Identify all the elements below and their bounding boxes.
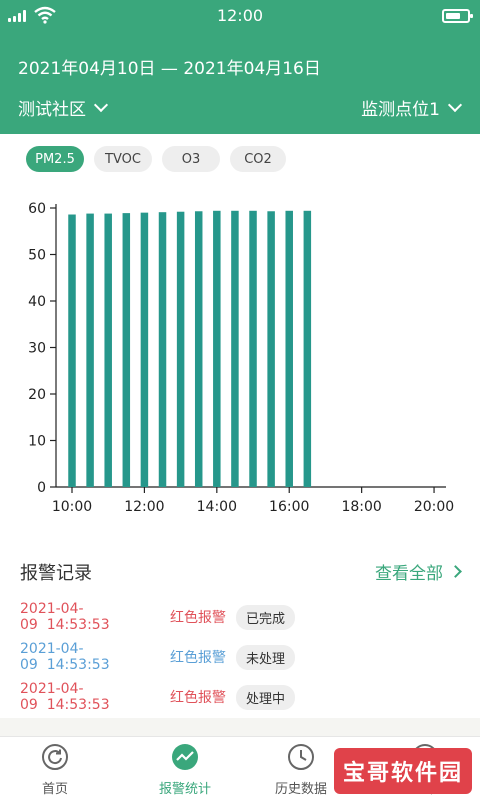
chevron-right-icon [449,565,462,578]
chevron-down-icon [93,97,109,113]
alarm-records-title: 报警记录 [20,563,92,584]
status-badge: 处理中 [236,684,296,710]
status-badge: 未处理 [236,644,296,670]
bar [104,213,112,487]
bar [86,213,94,487]
x-tick-label: 20:00 [414,499,454,515]
tab-pm25[interactable]: PM2.5 [26,146,84,172]
view-all-label: 查看全部 [375,564,443,584]
header: 12:00 2021年04月10日 — 2021年04月16日 测试社区 监测点… [0,0,480,134]
bar [122,213,131,488]
x-tick-label: 10:00 [52,499,92,515]
nav-label: 报警统计 [158,782,211,797]
y-tick-label: 10 [28,434,46,450]
alarm-datetime: 2021-04-09 14:53:53 [20,681,170,713]
alarm-level: 红色报警 [170,690,226,706]
alarm-datetime: 2021-04-09 14:53:53 [20,601,170,633]
bar [267,211,275,487]
tab-co2[interactable]: CO2 [230,146,286,172]
alarm-row[interactable]: 2021-04-09 14:53:53 红色报警 处理中 [20,681,296,713]
nav-alarm-stats[interactable]: 报警统计 [130,743,240,797]
bar [213,210,221,487]
nav-label: 首页 [41,782,68,797]
alarm-row[interactable]: 2021-04-09 14:53:53 红色报警 未处理 [20,641,296,673]
status-bar: 12:00 [0,0,480,32]
alarm-time: 14:53:53 [46,657,110,673]
view-all-link[interactable]: 查看全部 [375,559,462,584]
bar [68,214,76,487]
chart-circle-icon [172,744,198,770]
alarm-time: 14:53:53 [46,617,110,633]
x-tick-label: 14:00 [197,499,237,515]
tab-tvoc[interactable]: TVOC [94,146,152,172]
y-tick-label: 40 [28,294,46,310]
y-tick-label: 30 [28,341,46,357]
alarm-row[interactable]: 2021-04-09 14:53:53 红色报警 已完成 [20,601,296,633]
chart-card: PM2.5 TVOC O3 CO2 0 10 20 30 40 50 60 10:00 12:0… [0,134,480,718]
y-tick-label: 20 [28,387,46,403]
x-tick-label: 12:00 [124,499,164,515]
battery-icon [442,9,473,23]
bar [176,211,185,487]
clock-icon [288,744,314,770]
alarm-level: 红色报警 [170,650,226,666]
refresh-circle-icon [42,744,68,770]
bar [285,210,293,487]
status-time: 12:00 [216,6,264,25]
alarm-time: 14:53:53 [46,697,110,713]
bar [231,210,239,487]
community-label: 测试社区 [18,100,86,120]
monitor-point-label: 监测点位1 [361,100,440,120]
bar [249,210,257,487]
pollutant-tabs: PM2.5 TVOC O3 CO2 [26,146,286,172]
pm25-bar-chart: 0 10 20 30 40 50 60 10:00 12:00 14:00 16:00 18:00 20… [28,201,454,515]
status-badge: 已完成 [236,604,296,630]
bar [158,212,167,487]
bar [140,212,149,487]
watermark: 宝哥软件园 [334,748,472,794]
y-tick-label: 60 [28,201,46,217]
alarm-level: 红色报警 [170,610,226,626]
alarm-datetime: 2021-04-09 14:53:53 [20,641,170,673]
y-tick-label: 0 [37,480,46,496]
y-tick-label: 50 [28,248,46,264]
bar [303,210,312,487]
community-selector[interactable]: 测试社区 [18,95,109,120]
x-tick-label: 18:00 [341,499,381,515]
chevron-down-icon [447,97,463,113]
monitor-point-selector[interactable]: 监测点位1 [361,95,463,120]
x-tick-label: 16:00 [269,499,309,515]
date-range[interactable]: 2021年04月10日 — 2021年04月16日 [18,54,321,79]
nav-home[interactable]: 首页 [0,743,110,797]
bar [194,211,203,487]
tab-o3[interactable]: O3 [162,146,220,172]
